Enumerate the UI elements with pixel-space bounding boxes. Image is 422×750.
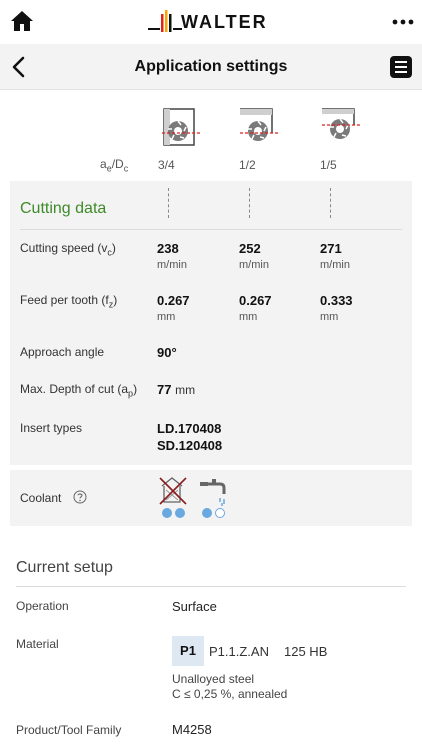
tool-engagement-1-2-icon[interactable] [238, 107, 282, 151]
column-divider [330, 188, 331, 218]
ratio-1-2: 1/2 [239, 158, 256, 172]
approach-angle-label: Approach angle [20, 345, 105, 359]
cutting-speed-value: 271 [320, 241, 342, 256]
material-code[interactable]: P1.1.Z.AN [209, 644, 269, 659]
coolant-label: Coolant [20, 491, 62, 505]
product-family-label: Product/Tool Family [16, 723, 122, 737]
material-hardness: 125 HB [284, 644, 328, 659]
tool-engagement-3-4-icon[interactable] [158, 107, 202, 151]
more-icon[interactable] [392, 19, 414, 25]
operation-label: Operation [16, 599, 69, 613]
product-family-value[interactable]: M4258 [172, 722, 212, 737]
approach-angle-value: 90° [157, 345, 177, 360]
column-divider [249, 188, 250, 218]
ae-dc-label: ae/Dc [100, 157, 129, 174]
material-description: Unalloyed steel [172, 672, 255, 686]
ratio-1-5: 1/5 [320, 158, 337, 172]
max-depth-label: Max. Depth of cut (ap) [20, 382, 138, 399]
page-title: Application settings [134, 58, 288, 75]
document-icon[interactable] [389, 55, 413, 79]
info-icon[interactable] [73, 490, 87, 504]
cutting-speed-value: 238 [157, 241, 179, 256]
cutting-data-card: Cutting data Cutting speed (vc) 238 252 … [10, 181, 412, 465]
feed-per-tooth-value: 0.267 [239, 293, 272, 308]
insert-type[interactable]: SD.120408 [157, 438, 222, 453]
material-description: C ≤ 0,25 %, annealed [172, 687, 288, 701]
column-divider [168, 188, 169, 218]
feed-per-tooth-value: 0.333 [320, 293, 353, 308]
coolant-card: Coolant [10, 470, 412, 526]
cutting-speed-unit: m/min [320, 259, 350, 271]
top-bar: WALTER [0, 0, 422, 44]
cutting-speed-value: 252 [239, 241, 261, 256]
logo-bars-icon [148, 10, 182, 32]
cutting-speed-label: Cutting speed (vc) [20, 241, 116, 258]
feed-per-tooth-value: 0.267 [157, 293, 190, 308]
cutting-speed-unit: m/min [239, 259, 269, 271]
feed-unit: mm [157, 311, 176, 323]
feed-unit: mm [320, 311, 339, 323]
insert-types-label: Insert types [20, 421, 83, 435]
material-group-badge: P1 [172, 636, 204, 666]
insert-type[interactable]: LD.170408 [157, 421, 221, 436]
current-setup-title: Current setup [16, 559, 113, 576]
walter-logo: WALTER [148, 8, 278, 36]
tool-engagement-1-5-icon[interactable] [320, 107, 364, 151]
divider [16, 586, 406, 587]
coolant-tap-icon [200, 479, 226, 518]
operation-value[interactable]: Surface [172, 599, 217, 614]
cutting-data-title: Cutting data [20, 200, 107, 217]
feed-per-tooth-label: Feed per tooth (fz) [20, 293, 118, 310]
max-depth-value: 77 mm [157, 382, 196, 397]
divider [20, 229, 402, 230]
feed-unit: mm [239, 311, 258, 323]
ratio-3-4: 3/4 [158, 158, 175, 172]
cutting-speed-unit: m/min [157, 259, 187, 271]
home-icon[interactable] [10, 9, 34, 33]
material-label: Material [16, 637, 59, 651]
dry-not-recommended-icon [159, 477, 187, 518]
brand-name: WALTER [181, 12, 268, 32]
title-bar: Application settings [0, 44, 422, 90]
